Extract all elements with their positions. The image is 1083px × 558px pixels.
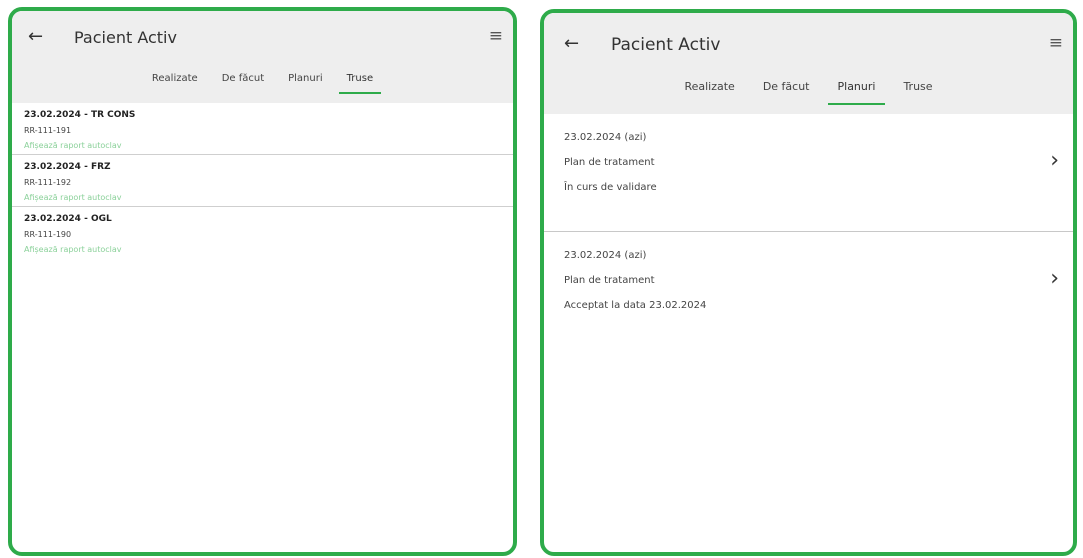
title-bar: ← Pacient Activ ≡ bbox=[12, 11, 513, 61]
tab-realizate[interactable]: Realizate bbox=[670, 73, 748, 105]
title-bar: ← Pacient Activ ≡ bbox=[544, 13, 1073, 63]
kit-title: 23.02.2024 - FRZ bbox=[24, 162, 111, 172]
autoclave-report-link[interactable]: Afișează raport autoclav bbox=[24, 141, 501, 150]
plan-date: 23.02.2024 (azi) bbox=[564, 250, 647, 261]
chevron-right-icon[interactable]: › bbox=[1050, 150, 1059, 172]
kit-code: RR-111-191 bbox=[24, 126, 72, 135]
tab-truse[interactable]: Truse bbox=[889, 73, 946, 105]
plan-name: Plan de tratament bbox=[564, 157, 655, 168]
kit-list: 23.02.2024 - TR CONS RR-111-191 Afișează… bbox=[12, 103, 513, 258]
tab-bar: Realizate De făcut Planuri Truse bbox=[544, 73, 1073, 105]
tab-planuri[interactable]: Planuri bbox=[276, 67, 335, 94]
autoclave-report-link[interactable]: Afișează raport autoclav bbox=[24, 245, 501, 254]
back-arrow-icon[interactable]: ← bbox=[28, 28, 43, 46]
kit-title: 23.02.2024 - OGL bbox=[24, 214, 112, 224]
back-arrow-icon[interactable]: ← bbox=[564, 35, 579, 53]
plan-row[interactable]: 23.02.2024 (azi) Plan de tratament Accep… bbox=[544, 232, 1073, 349]
list-item: 23.02.2024 - TR CONS RR-111-191 Afișează… bbox=[12, 103, 513, 155]
tab-planuri[interactable]: Planuri bbox=[824, 73, 890, 105]
plan-status: Acceptat la data 23.02.2024 bbox=[564, 300, 707, 311]
tab-de-facut[interactable]: De făcut bbox=[749, 73, 824, 105]
plan-list: 23.02.2024 (azi) Plan de tratament În cu… bbox=[544, 114, 1073, 349]
left-phone-panel: ← Pacient Activ ≡ Realizate De făcut Pla… bbox=[8, 7, 517, 556]
chevron-right-icon[interactable]: › bbox=[1050, 268, 1059, 290]
list-item: 23.02.2024 - FRZ RR-111-192 Afișează rap… bbox=[12, 155, 513, 207]
tab-de-facut[interactable]: De făcut bbox=[210, 67, 276, 94]
right-phone-panel: ← Pacient Activ ≡ Realizate De făcut Pla… bbox=[540, 9, 1077, 556]
kit-title: 23.02.2024 - TR CONS bbox=[24, 110, 136, 120]
plan-name: Plan de tratament bbox=[564, 275, 655, 286]
hamburger-menu-icon[interactable]: ≡ bbox=[489, 28, 503, 45]
autoclave-report-link[interactable]: Afișează raport autoclav bbox=[24, 193, 501, 202]
plan-status: În curs de validare bbox=[564, 182, 657, 193]
page-title: Pacient Activ bbox=[611, 35, 721, 55]
tab-bar: Realizate De făcut Planuri Truse bbox=[12, 67, 513, 94]
kit-code: RR-111-192 bbox=[24, 178, 72, 187]
app-header: ← Pacient Activ ≡ Realizate De făcut Pla… bbox=[12, 11, 513, 103]
tab-truse[interactable]: Truse bbox=[335, 67, 385, 94]
kit-code: RR-111-190 bbox=[24, 230, 72, 239]
list-item: 23.02.2024 - OGL RR-111-190 Afișează rap… bbox=[12, 207, 513, 258]
app-header: ← Pacient Activ ≡ Realizate De făcut Pla… bbox=[544, 13, 1073, 114]
page-title: Pacient Activ bbox=[74, 28, 177, 47]
hamburger-menu-icon[interactable]: ≡ bbox=[1049, 35, 1063, 52]
plan-date: 23.02.2024 (azi) bbox=[564, 132, 647, 143]
plan-row[interactable]: 23.02.2024 (azi) Plan de tratament În cu… bbox=[544, 114, 1073, 232]
tab-realizate[interactable]: Realizate bbox=[140, 67, 210, 94]
